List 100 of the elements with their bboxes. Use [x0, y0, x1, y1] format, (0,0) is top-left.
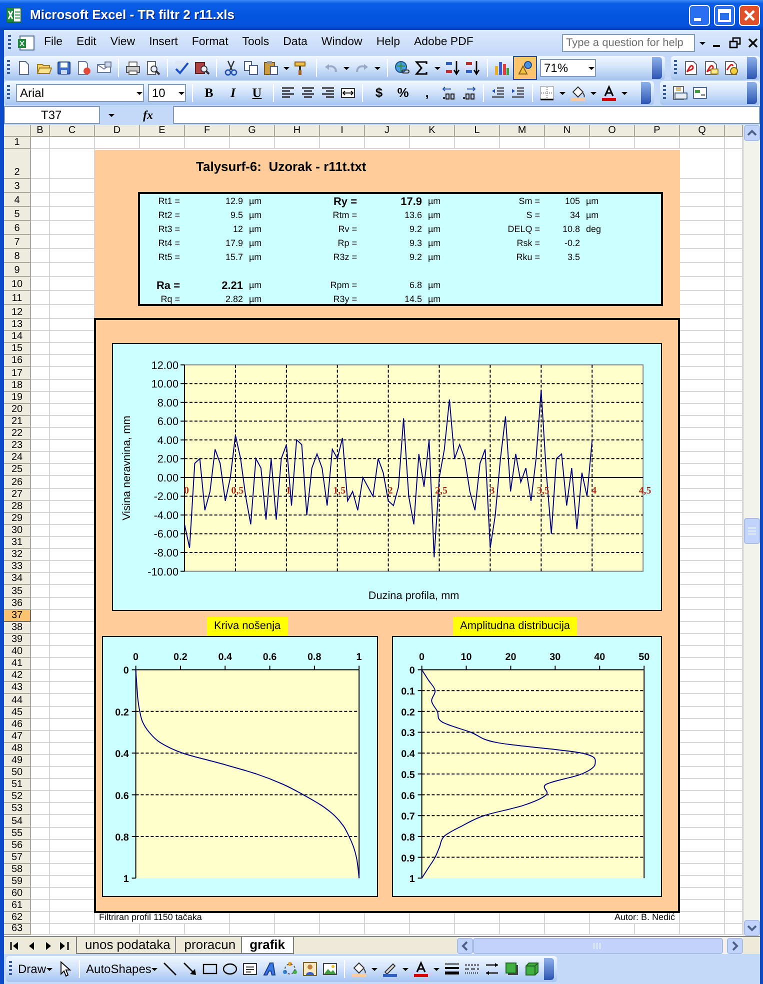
column-header[interactable]: I — [320, 125, 365, 137]
restore-icon[interactable] — [728, 36, 742, 50]
column-header[interactable]: K — [410, 125, 455, 137]
font-color-icon[interactable] — [413, 961, 430, 977]
toolbar-grip[interactable] — [674, 60, 677, 76]
row-header[interactable]: 57 — [4, 852, 31, 864]
line-icon[interactable] — [162, 961, 178, 977]
scrollbar-thumb[interactable] — [744, 518, 760, 544]
sheet-cell[interactable] — [680, 876, 725, 888]
row-header[interactable]: 48 — [4, 742, 31, 755]
row-header[interactable]: 24 — [4, 452, 31, 464]
sheet-cell[interactable] — [31, 730, 50, 743]
scroll-down-icon[interactable] — [744, 920, 760, 936]
sheet-cell[interactable] — [31, 742, 50, 755]
sheet-cell[interactable] — [680, 888, 725, 900]
text-box-icon[interactable] — [242, 961, 258, 977]
sheet-cell[interactable] — [365, 912, 410, 924]
insert-picture-icon[interactable] — [322, 961, 338, 977]
sheet-cell[interactable] — [31, 876, 50, 888]
sheet-cell[interactable] — [365, 924, 410, 936]
sheet-cell[interactable] — [455, 912, 500, 924]
zoom-box[interactable]: 71% — [540, 59, 596, 77]
formula-input-field[interactable] — [173, 106, 760, 124]
sheet-cell[interactable] — [590, 137, 635, 149]
toolbar-options-button[interactable] — [747, 57, 757, 79]
sheet-cell[interactable] — [590, 924, 635, 936]
sheet-cell[interactable] — [31, 263, 50, 277]
sheet-cell[interactable] — [680, 598, 725, 610]
sheet-cell[interactable] — [31, 573, 50, 586]
sheet-cell[interactable] — [31, 864, 50, 876]
row-header[interactable]: 32 — [4, 549, 31, 562]
toolbar-grip[interactable] — [7, 85, 10, 101]
comma-button[interactable]: , — [417, 84, 437, 102]
column-header[interactable]: O — [590, 125, 635, 137]
row-header[interactable]: 6 — [4, 221, 31, 235]
sheet-cell[interactable] — [680, 416, 725, 428]
sheet-cell[interactable] — [31, 852, 50, 864]
row-header[interactable]: 15 — [4, 343, 31, 356]
row-header[interactable]: 16 — [4, 355, 31, 368]
sheet-cell[interactable] — [31, 207, 50, 221]
sheet-cell[interactable] — [680, 367, 725, 380]
shadow-icon[interactable] — [504, 961, 520, 977]
sheet-cell[interactable] — [680, 319, 725, 332]
sheet-cell[interactable] — [230, 137, 275, 149]
sheet-cell[interactable] — [680, 815, 725, 828]
sheet-cell[interactable] — [31, 815, 50, 828]
spelling-icon[interactable] — [174, 60, 190, 76]
sheet-cell[interactable] — [320, 912, 365, 924]
maximize-icon[interactable] — [714, 4, 735, 26]
row-header[interactable]: 19 — [4, 392, 31, 404]
sheet-cell[interactable] — [680, 840, 725, 852]
sum-icon[interactable] — [414, 60, 430, 76]
row-header[interactable]: 27 — [4, 488, 31, 501]
sheet-cell[interactable] — [31, 355, 50, 368]
select-all-corner[interactable] — [4, 125, 31, 137]
fill-color-icon[interactable] — [351, 961, 368, 977]
sheet-tab[interactable]: grafik — [240, 937, 294, 954]
draw-menu-button[interactable]: Draw — [18, 960, 54, 978]
new-document-icon[interactable] — [16, 60, 32, 76]
sheet-cell[interactable] — [680, 900, 725, 912]
sheet-cell[interactable] — [680, 767, 725, 780]
row-header[interactable]: 29 — [4, 512, 31, 525]
cut-icon[interactable] — [223, 60, 239, 76]
sheet-cell[interactable] — [31, 452, 50, 464]
sheet-cell[interactable] — [31, 331, 50, 344]
sheet-cell[interactable] — [31, 828, 50, 840]
sheet-cell[interactable] — [31, 706, 50, 719]
sheet-cell[interactable] — [31, 305, 50, 319]
sheet-cell[interactable] — [320, 924, 365, 936]
sheet-cell[interactable] — [31, 343, 50, 356]
sheet-cell[interactable] — [31, 193, 50, 207]
sheet-cell[interactable] — [275, 137, 320, 149]
sheet-cell[interactable] — [680, 610, 725, 622]
sheet-cell[interactable] — [545, 924, 590, 936]
row-header[interactable]: 34 — [4, 573, 31, 586]
row-header[interactable]: 21 — [4, 416, 31, 428]
row-header[interactable]: 3 — [4, 179, 31, 193]
row-header[interactable]: 14 — [4, 331, 31, 344]
row-header[interactable]: 60 — [4, 888, 31, 900]
arrow-style-icon[interactable] — [484, 961, 500, 977]
sheet-cell[interactable] — [31, 137, 50, 149]
sheet-cell[interactable] — [680, 549, 725, 562]
sheet-cell[interactable] — [680, 754, 725, 768]
row-header[interactable]: 50 — [4, 767, 31, 780]
menu-item[interactable]: Format — [186, 34, 234, 52]
function-label[interactable]: fx — [143, 106, 153, 124]
sheet-cell[interactable] — [680, 137, 725, 149]
toolbar-grip[interactable] — [7, 60, 10, 76]
sheet-cell[interactable] — [31, 561, 50, 574]
sheet-cell[interactable] — [680, 779, 725, 792]
sheet-cell[interactable] — [635, 137, 680, 149]
scrollbar-thumb[interactable] — [473, 938, 723, 954]
print-icon[interactable] — [125, 60, 141, 76]
column-header[interactable]: Q — [680, 125, 725, 137]
sheet-cell[interactable] — [680, 646, 725, 658]
row-header[interactable]: 13 — [4, 319, 31, 332]
toolbar-options-button[interactable] — [747, 82, 757, 104]
menu-item[interactable]: Window — [316, 34, 368, 52]
sheet-cell[interactable] — [31, 277, 50, 291]
row-header[interactable]: 38 — [4, 622, 31, 634]
